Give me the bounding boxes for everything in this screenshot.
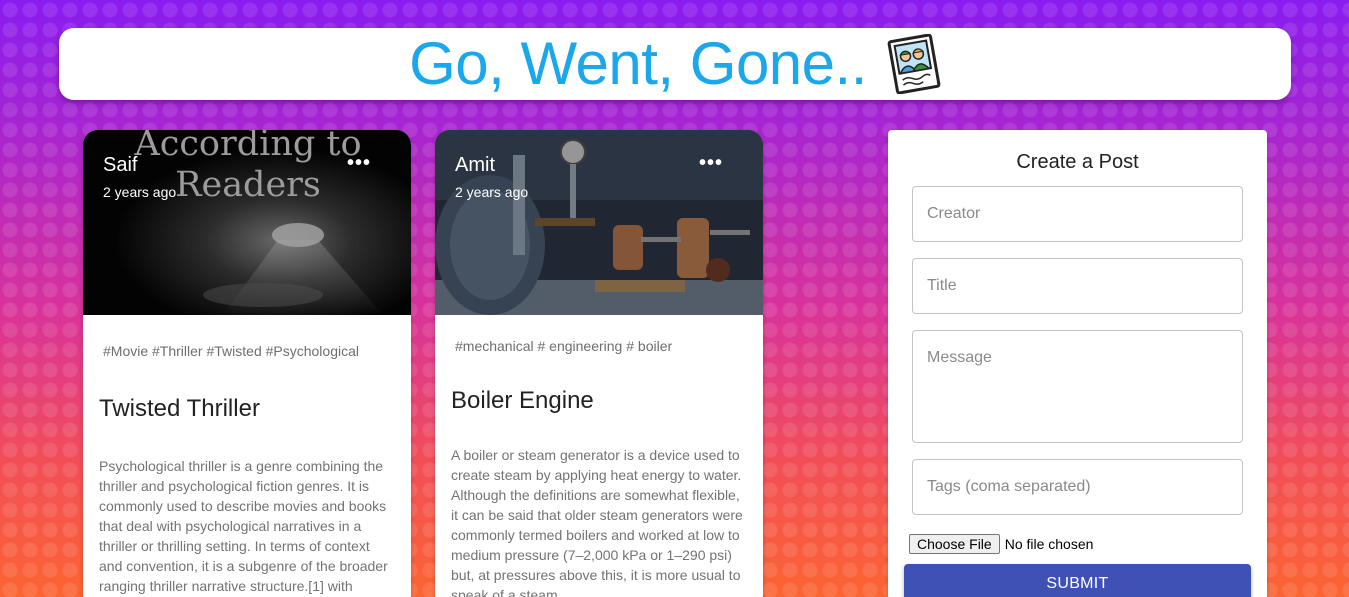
post-time: 2 years ago	[455, 184, 529, 200]
post-title: Boiler Engine	[451, 387, 594, 414]
file-picker: Choose File No file chosen	[909, 534, 1093, 554]
file-status: No file chosen	[1004, 536, 1094, 552]
choose-file-button[interactable]: Choose File	[909, 534, 1000, 554]
more-options-icon[interactable]: •••	[347, 153, 371, 173]
post-image: Amit 2 years ago •••	[435, 130, 763, 315]
title-input[interactable]	[912, 258, 1243, 314]
post-tags: #mechanical # engineering # boiler	[455, 338, 673, 354]
more-options-icon[interactable]: •••	[699, 153, 723, 173]
post-title: Twisted Thriller	[99, 395, 260, 422]
post-tags: #Movie #Thriller #Twisted #Psychological	[103, 343, 359, 359]
create-post-form: Create a Post Choose File No file chosen…	[888, 130, 1267, 597]
post-creator: Saif	[103, 154, 138, 176]
post-message: Psychological thriller is a genre combin…	[99, 458, 388, 594]
form-heading: Create a Post	[1016, 151, 1139, 173]
app-header: Go, Went, Gone..	[59, 28, 1291, 100]
app-title: Go, Went, Gone..	[409, 30, 867, 97]
post-card[interactable]: Amit 2 years ago ••• #mechanical # engin…	[435, 130, 763, 597]
tags-input[interactable]	[912, 459, 1243, 515]
creator-input[interactable]	[912, 186, 1243, 242]
post-creator: Amit	[455, 154, 495, 176]
post-message: A boiler or steam generator is a device …	[451, 447, 743, 597]
post-time: 2 years ago	[103, 184, 177, 200]
submit-button[interactable]: SUBMIT	[904, 564, 1251, 597]
post-card[interactable]: According to Readers Saif 2 years ago ••…	[83, 130, 411, 597]
polaroid-photo-icon	[887, 34, 941, 94]
post-image: According to Readers Saif 2 years ago ••…	[83, 130, 411, 315]
message-input[interactable]	[912, 330, 1243, 443]
